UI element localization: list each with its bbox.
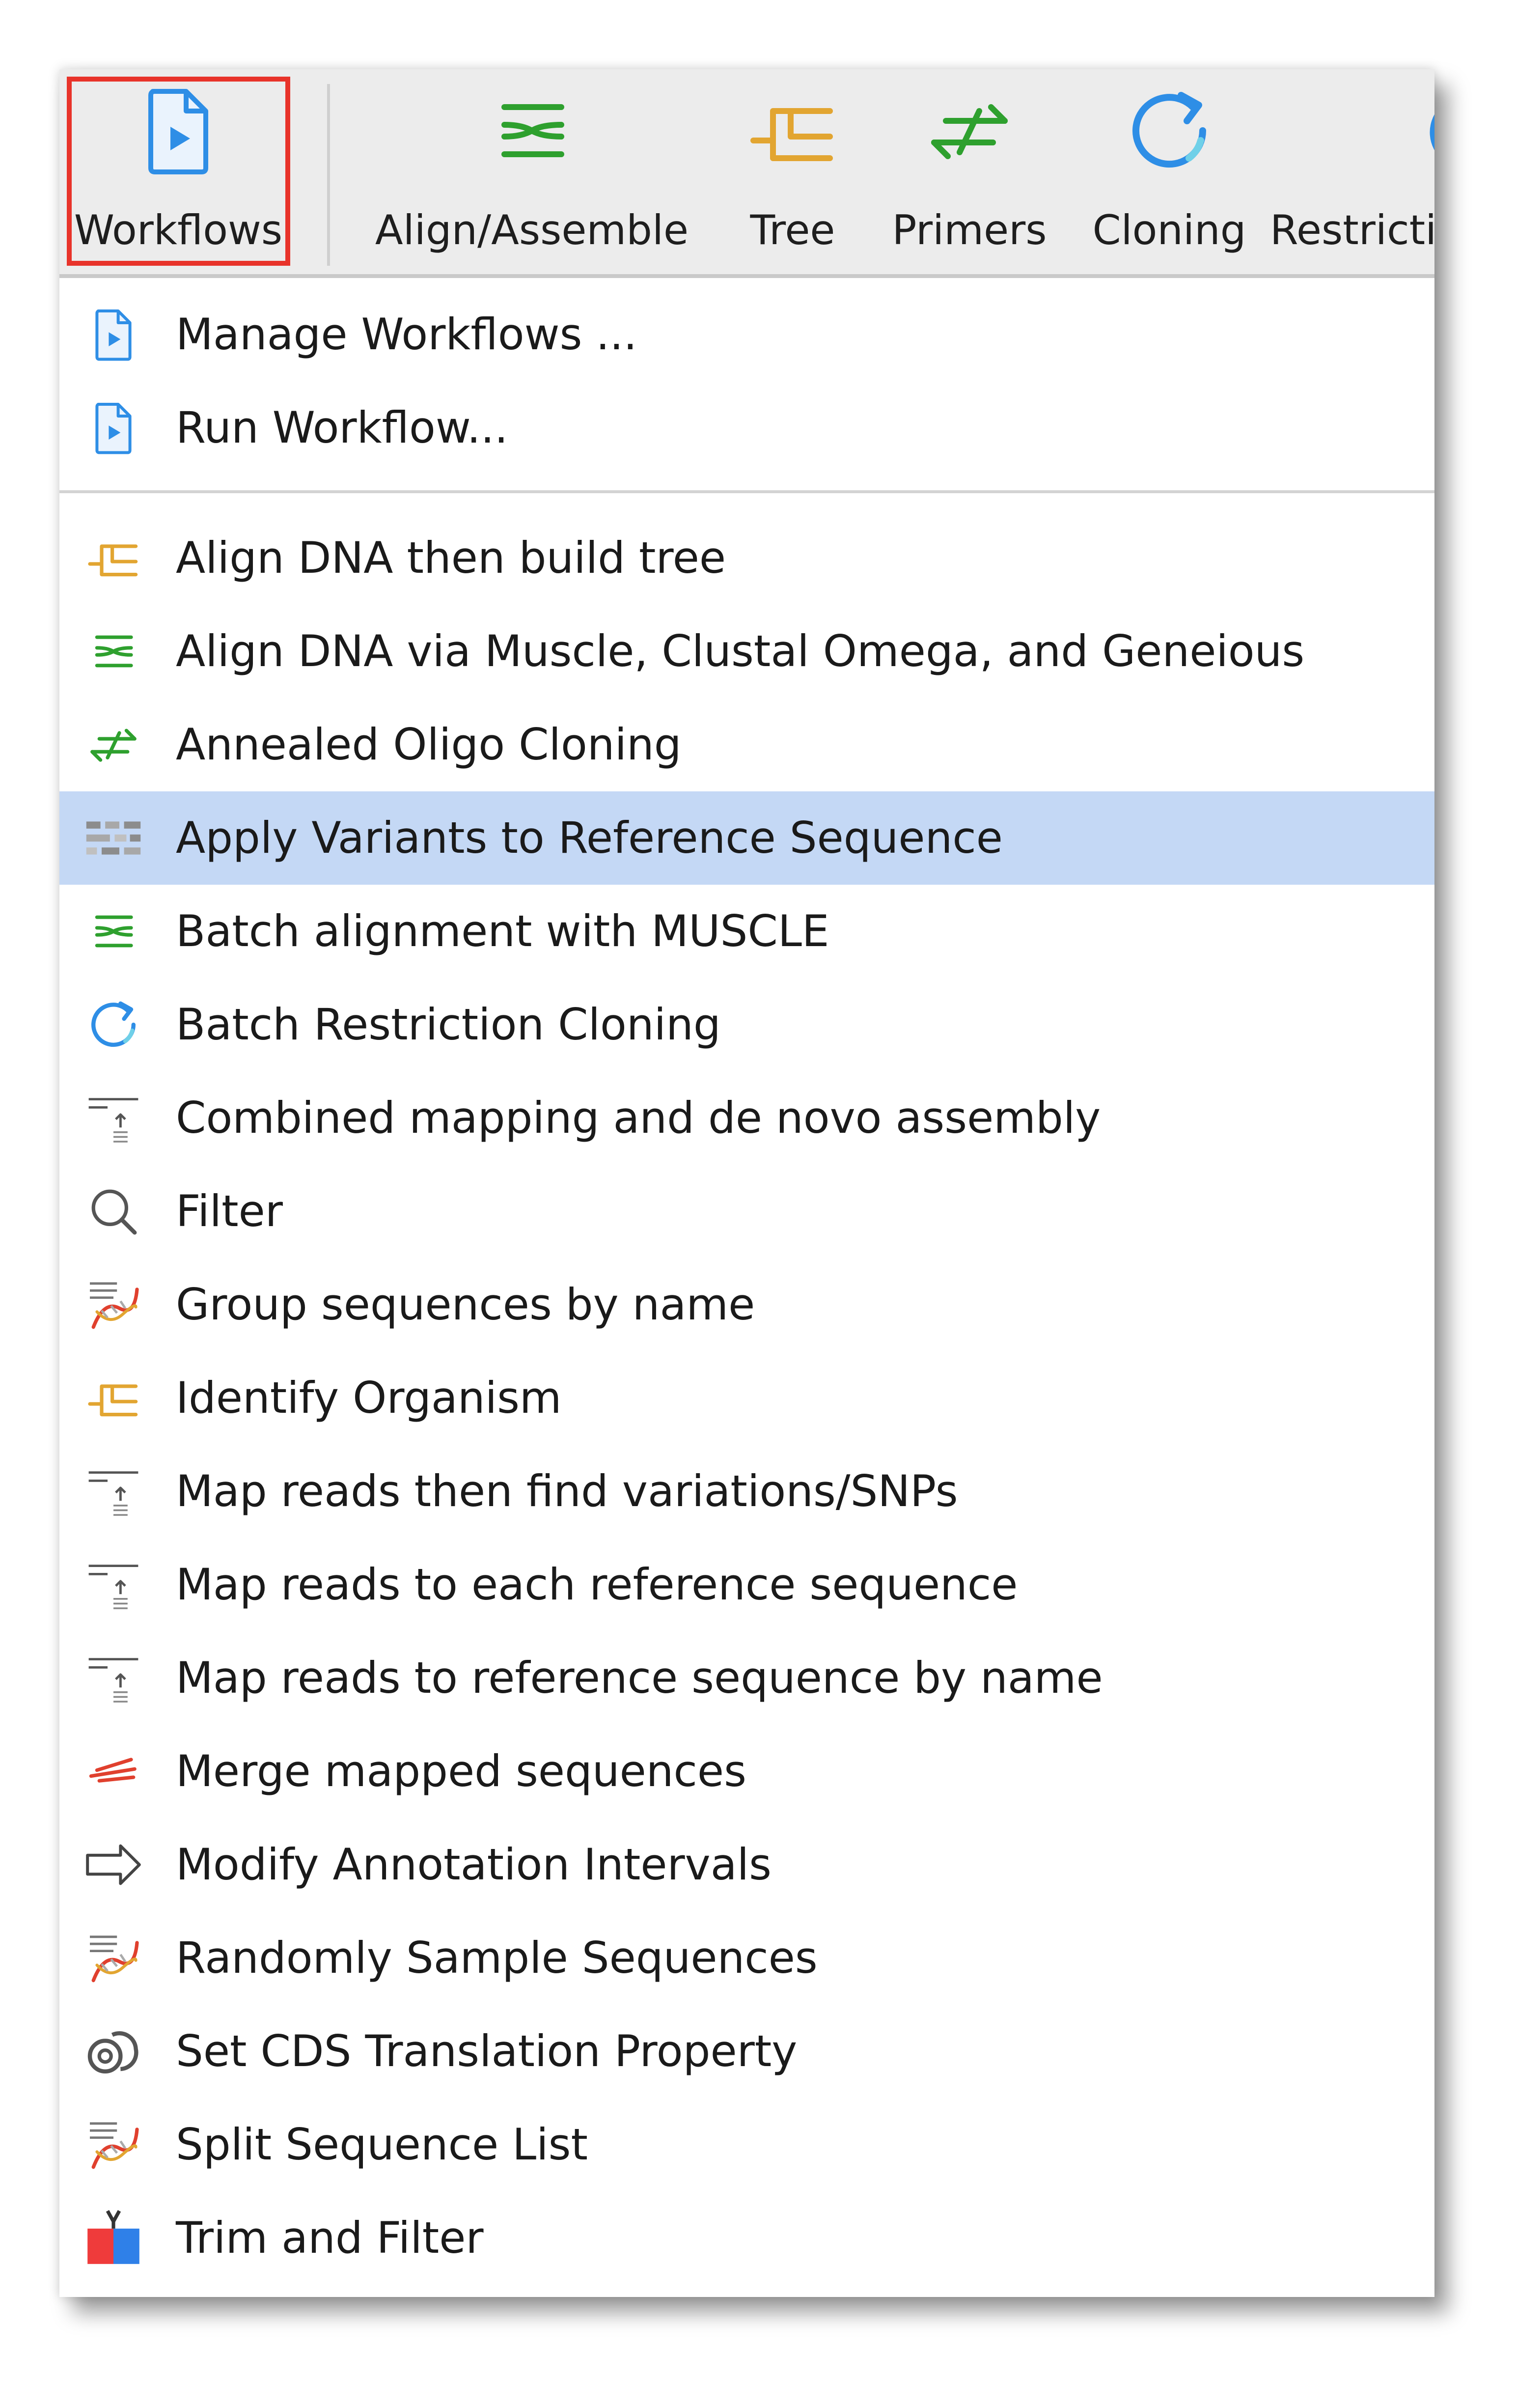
align-icon — [84, 902, 143, 961]
align-icon — [84, 622, 143, 681]
menu-item-apply-variants[interactable]: Apply Variants to Reference Sequence — [59, 791, 1434, 885]
menu-item-label: Randomly Sample Sequences — [176, 1932, 818, 1983]
menu-item-label: Batch alignment with MUSCLE — [176, 906, 829, 956]
primers-icon — [84, 715, 143, 774]
workflow-icon — [84, 398, 143, 457]
menu-item-label: Apply Variants to Reference Sequence — [176, 812, 1003, 863]
map-reads-icon — [84, 1462, 143, 1521]
toolbar-button-label: Primers — [892, 206, 1047, 254]
toolbar-button-label: Cloning — [1092, 206, 1246, 254]
toolbar-cloning-button[interactable]: Cloning — [1071, 69, 1268, 278]
toolbar-restriction-button[interactable]: Restricti — [1268, 69, 1434, 278]
toolbar: Workflows Align/Assemble Tree Primers Cl… — [59, 69, 1434, 278]
menu-item-label: Modify Annotation Intervals — [176, 1839, 772, 1890]
menu-item-align-dna-then-build-tree[interactable]: Align DNA then build tree — [59, 511, 1434, 605]
menu-item-randomly-sample-sequences[interactable]: Randomly Sample Sequences — [59, 1911, 1434, 2005]
menu-item-label: Map reads then find variations/SNPs — [176, 1466, 958, 1516]
toolbar-align-assemble-button[interactable]: Align/Assemble — [375, 69, 689, 278]
variants-icon — [84, 809, 143, 868]
tree-icon — [84, 1369, 143, 1428]
map-reads-icon — [84, 1649, 143, 1708]
menu-item-label: Combined mapping and de novo assembly — [176, 1092, 1101, 1143]
workflow-icon — [84, 305, 143, 364]
sequence-list-icon — [84, 2115, 143, 2174]
merge-icon — [84, 1742, 143, 1801]
menu-item-batch-restriction-cloning[interactable]: Batch Restriction Cloning — [59, 978, 1434, 1071]
translation-icon — [84, 2022, 143, 2081]
cloning-icon — [84, 995, 143, 1054]
menu-item-map-reads-find-variations[interactable]: Map reads then find variations/SNPs — [59, 1445, 1434, 1538]
search-icon — [84, 1182, 143, 1241]
menu-item-label: Filter — [176, 1186, 283, 1236]
toolbar-separator — [327, 84, 330, 266]
geneious-window: Workflows Align/Assemble Tree Primers Cl… — [59, 69, 1434, 2297]
map-reads-icon — [84, 1555, 143, 1614]
restriction-icon — [1407, 82, 1434, 180]
menu-item-label: Trim and Filter — [176, 2212, 484, 2263]
menu-item-label: Run Workflow... — [176, 402, 508, 453]
menu-item-label: Map reads to each reference sequence — [176, 1559, 1018, 1610]
menu-item-label: Group sequences by name — [176, 1279, 755, 1330]
sequence-list-icon — [84, 1929, 143, 1988]
map-reads-icon — [84, 1089, 143, 1148]
trim-icon — [84, 2209, 143, 2268]
menu-item-combined-mapping[interactable]: Combined mapping and de novo assembly — [59, 1071, 1434, 1165]
menu-item-label: Identify Organism — [176, 1372, 562, 1423]
menu-item-map-reads-by-name[interactable]: Map reads to reference sequence by name — [59, 1631, 1434, 1725]
menu-item-batch-alignment-muscle[interactable]: Batch alignment with MUSCLE — [59, 885, 1434, 978]
menu-item-manage-workflows[interactable]: Manage Workflows ... — [59, 288, 1434, 381]
menu-item-group-sequences-by-name[interactable]: Group sequences by name — [59, 1258, 1434, 1351]
menu-item-label: Align DNA then build tree — [176, 532, 726, 583]
menu-item-label: Manage Workflows ... — [176, 309, 637, 360]
menu-item-map-reads-each-reference[interactable]: Map reads to each reference sequence — [59, 1538, 1434, 1631]
toolbar-tree-button[interactable]: Tree — [714, 69, 871, 278]
sequence-list-icon — [84, 1275, 143, 1334]
toolbar-button-label: Tree — [750, 206, 835, 254]
tree-icon — [84, 529, 143, 588]
toolbar-button-label: Restricti — [1270, 206, 1434, 254]
menu-item-label: Annealed Oligo Cloning — [176, 719, 682, 770]
workflows-highlight-box — [67, 77, 290, 266]
menu-item-modify-annotation-intervals[interactable]: Modify Annotation Intervals — [59, 1818, 1434, 1911]
menu-item-filter[interactable]: Filter — [59, 1165, 1434, 1258]
align-icon — [483, 82, 581, 180]
menu-item-run-workflow[interactable]: Run Workflow... — [59, 381, 1434, 475]
tree-icon — [744, 82, 842, 180]
menu-item-label: Align DNA via Muscle, Clustal Omega, and… — [176, 626, 1305, 676]
menu-item-split-sequence-list[interactable]: Split Sequence List — [59, 2098, 1434, 2191]
menu-item-trim-and-filter[interactable]: Trim and Filter — [59, 2191, 1434, 2285]
menu-item-identify-organism[interactable]: Identify Organism — [59, 1351, 1434, 1445]
menu-divider — [59, 490, 1434, 493]
menu-item-label: Batch Restriction Cloning — [176, 999, 721, 1050]
menu-item-label: Merge mapped sequences — [176, 1746, 746, 1796]
menu-item-label: Split Sequence List — [176, 2119, 588, 2170]
menu-item-label: Set CDS Translation Property — [176, 2026, 798, 2076]
toolbar-button-label: Align/Assemble — [375, 206, 689, 254]
primers-icon — [920, 82, 1019, 180]
menu-item-set-cds-translation[interactable]: Set CDS Translation Property — [59, 2005, 1434, 2098]
toolbar-primers-button[interactable]: Primers — [871, 69, 1068, 278]
menu-item-align-dna-via-muscle[interactable]: Align DNA via Muscle, Clustal Omega, and… — [59, 605, 1434, 698]
menu-item-annealed-oligo-cloning[interactable]: Annealed Oligo Cloning — [59, 698, 1434, 791]
arrow-right-icon — [84, 1835, 143, 1894]
menu-item-merge-mapped-sequences[interactable]: Merge mapped sequences — [59, 1725, 1434, 1818]
cloning-icon — [1120, 82, 1218, 180]
menu-item-label: Map reads to reference sequence by name — [176, 1652, 1103, 1703]
